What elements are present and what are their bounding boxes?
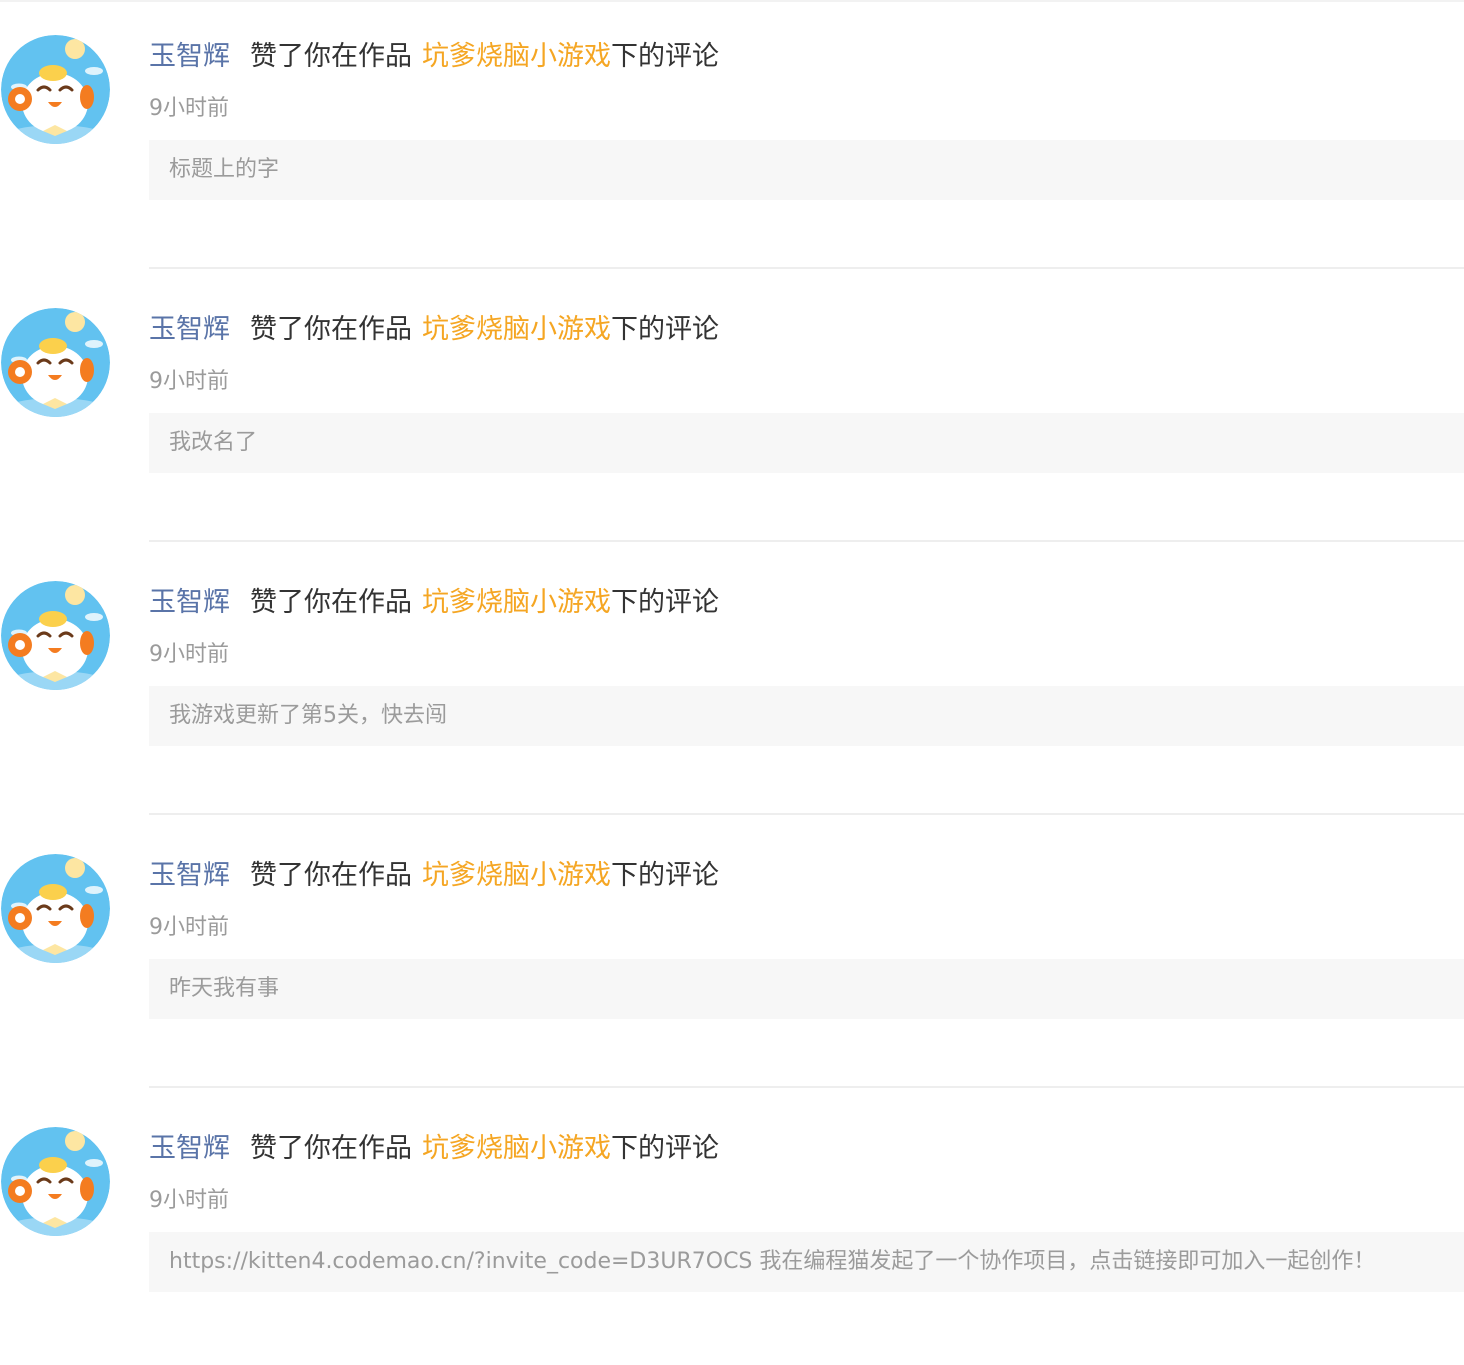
notification-headline: 玉智辉 赞了你在作品 坑爹烧脑小游戏下的评论 [149,37,719,77]
timestamp: 9小时前 [149,96,229,121]
suffix-text: 下的评论 [611,1133,719,1164]
comment-quote[interactable]: 标题上的字 [149,140,1464,200]
action-text: 赞了你在作品 [250,587,412,618]
comment-quote[interactable]: 我改名了 [149,413,1464,473]
work-title-link[interactable]: 坑爹烧脑小游戏 [422,314,611,345]
avatar[interactable] [1,308,110,417]
work-title-link[interactable]: 坑爹烧脑小游戏 [422,587,611,618]
timestamp: 9小时前 [149,369,229,394]
cartoon-mascot-icon [1,35,110,144]
username-link[interactable]: 玉智辉 [149,587,230,618]
avatar[interactable] [1,854,110,963]
notification-item: 玉智辉 赞了你在作品 坑爹烧脑小游戏下的评论 9小时前 标题上的字 [0,0,1464,273]
notification-headline: 玉智辉 赞了你在作品 坑爹烧脑小游戏下的评论 [149,856,719,896]
item-divider [149,1086,1464,1088]
comment-quote[interactable]: 昨天我有事 [149,959,1464,1019]
avatar[interactable] [1,581,110,690]
avatar[interactable] [1,35,110,144]
comment-quote[interactable]: 我游戏更新了第5关，快去闯 [149,686,1464,746]
notification-headline: 玉智辉 赞了你在作品 坑爹烧脑小游戏下的评论 [149,310,719,350]
suffix-text: 下的评论 [611,587,719,618]
timestamp: 9小时前 [149,1188,229,1213]
work-title-link[interactable]: 坑爹烧脑小游戏 [422,41,611,72]
work-title-link[interactable]: 坑爹烧脑小游戏 [422,860,611,891]
suffix-text: 下的评论 [611,860,719,891]
username-link[interactable]: 玉智辉 [149,314,230,345]
username-link[interactable]: 玉智辉 [149,860,230,891]
suffix-text: 下的评论 [611,314,719,345]
action-text: 赞了你在作品 [250,41,412,72]
cartoon-mascot-icon [1,581,110,690]
item-divider [149,813,1464,815]
action-text: 赞了你在作品 [250,314,412,345]
username-link[interactable]: 玉智辉 [149,41,230,72]
item-divider [149,540,1464,542]
avatar[interactable] [1,1127,110,1236]
comment-quote[interactable]: https://kitten4.codemao.cn/?invite_code=… [149,1232,1464,1292]
notification-item: 玉智辉 赞了你在作品 坑爹烧脑小游戏下的评论 9小时前 昨天我有事 [0,819,1464,1092]
username-link[interactable]: 玉智辉 [149,1133,230,1164]
notification-headline: 玉智辉 赞了你在作品 坑爹烧脑小游戏下的评论 [149,583,719,623]
notification-headline: 玉智辉 赞了你在作品 坑爹烧脑小游戏下的评论 [149,1129,719,1169]
notification-item: 玉智辉 赞了你在作品 坑爹烧脑小游戏下的评论 9小时前 https://kitten… [0,1092,1464,1365]
suffix-text: 下的评论 [611,41,719,72]
timestamp: 9小时前 [149,915,229,940]
action-text: 赞了你在作品 [250,1133,412,1164]
notification-item: 玉智辉 赞了你在作品 坑爹烧脑小游戏下的评论 9小时前 我改名了 [0,273,1464,546]
notification-item: 玉智辉 赞了你在作品 坑爹烧脑小游戏下的评论 9小时前 我游戏更新了第5关，快去闯 [0,546,1464,819]
action-text: 赞了你在作品 [250,860,412,891]
cartoon-mascot-icon [1,854,110,963]
item-divider [149,267,1464,269]
timestamp: 9小时前 [149,642,229,667]
work-title-link[interactable]: 坑爹烧脑小游戏 [422,1133,611,1164]
cartoon-mascot-icon [1,1127,110,1236]
cartoon-mascot-icon [1,308,110,417]
